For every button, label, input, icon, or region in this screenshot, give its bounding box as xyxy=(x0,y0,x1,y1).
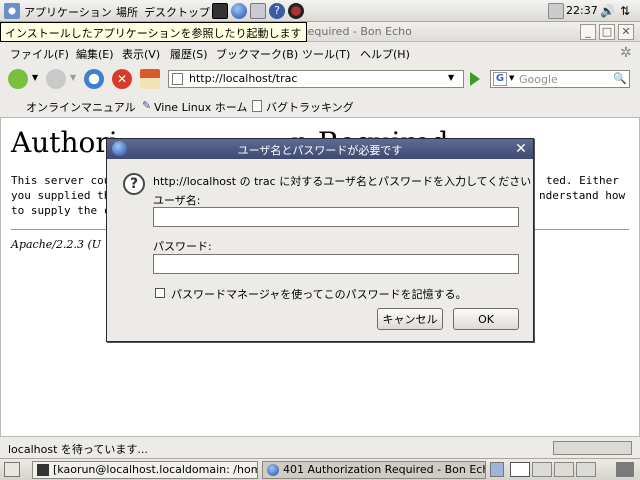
task-terminal-label: [kaorun@localhost.localdomain: /hom… xyxy=(53,463,258,476)
dialog-message: http://localhost の trac に対するユーザ名とパスワードを入… xyxy=(153,175,532,188)
workspace-4[interactable] xyxy=(576,462,596,477)
reload-icon[interactable] xyxy=(84,69,104,89)
search-bar[interactable]: G ▼ Google 🔍 xyxy=(490,70,630,88)
status-bar: localhost を待っています... xyxy=(0,436,640,458)
workspace-2[interactable] xyxy=(532,462,552,477)
show-desktop-icon[interactable] xyxy=(4,462,20,477)
browser-icon xyxy=(267,464,279,476)
bookmarks-toolbar: オンラインマニュアル ✎ Vine Linux ホーム バグトラッキング xyxy=(0,94,640,118)
minimize-button[interactable]: _ xyxy=(580,24,596,40)
home-icon[interactable] xyxy=(140,69,160,89)
question-icon: ? xyxy=(123,173,145,195)
task-dialog-icon[interactable] xyxy=(490,462,504,477)
page-text-line-3: to supply the c xyxy=(11,204,111,217)
trash-icon[interactable] xyxy=(616,462,634,477)
dialog-close-button[interactable]: ✕ xyxy=(513,141,529,157)
status-text: localhost を待っています... xyxy=(8,443,148,456)
forward-icon[interactable] xyxy=(46,69,66,89)
back-dropdown-icon[interactable]: ▼ xyxy=(32,73,38,82)
google-engine-icon[interactable]: G xyxy=(493,72,507,86)
username-label: ユーザ名: xyxy=(153,194,201,207)
search-magnifier-icon[interactable]: 🔍 xyxy=(613,72,627,85)
panel-clock[interactable]: 22:37 xyxy=(566,4,598,17)
bug-launcher-icon[interactable] xyxy=(288,3,304,19)
url-text: http://localhost/trac xyxy=(189,72,298,85)
menu-history[interactable]: 履歴(S) xyxy=(170,46,208,62)
mail-launcher-icon[interactable] xyxy=(250,3,266,19)
page-icon xyxy=(172,73,183,85)
auth-dialog: ユーザ名とパスワードが必要です ✕ ? http://localhost の t… xyxy=(106,138,534,342)
remember-password-checkbox[interactable] xyxy=(155,288,165,298)
gnome-foot-icon[interactable] xyxy=(4,3,20,19)
menu-edit[interactable]: 編集(E) xyxy=(76,46,114,62)
desktop-menu[interactable]: デスクトップ xyxy=(144,4,210,20)
cancel-button[interactable]: キャンセル xyxy=(377,308,443,330)
engine-dropdown-icon[interactable]: ▼ xyxy=(509,74,514,82)
username-input[interactable] xyxy=(153,207,519,227)
top-panel: アプリケーション 場所 デスクトップ ? 22:37 🔊 ⇅ xyxy=(0,0,640,22)
window-title: n Required - Bon Echo xyxy=(290,25,412,38)
go-icon[interactable] xyxy=(470,72,480,86)
bookmark-page-icon xyxy=(252,100,262,112)
terminal-launcher-icon[interactable] xyxy=(212,3,228,19)
throbber-icon: ✲ xyxy=(620,45,632,61)
stop-icon[interactable]: ✕ xyxy=(112,69,132,89)
menu-file[interactable]: ファイル(F) xyxy=(10,46,69,62)
forward-dropdown-icon[interactable]: ▼ xyxy=(70,73,76,82)
close-window-button[interactable]: ✕ xyxy=(618,24,634,40)
task-terminal[interactable]: [kaorun@localhost.localdomain: /hom… xyxy=(32,461,258,479)
terminal-icon xyxy=(37,464,49,476)
menu-help[interactable]: ヘルプ(H) xyxy=(360,46,410,62)
back-icon[interactable] xyxy=(8,69,28,89)
task-browser-label: 401 Authorization Required - Bon Echo xyxy=(283,463,486,476)
password-input[interactable] xyxy=(153,254,519,274)
navigation-toolbar: ▼ ▼ ✕ http://localhost/trac ▼ G ▼ Google… xyxy=(0,64,640,94)
bottom-taskbar: [kaorun@localhost.localdomain: /hom… 401… xyxy=(0,458,640,480)
menu-view[interactable]: 表示(V) xyxy=(122,46,160,62)
page-text-line-2: you supplied th xyxy=(11,189,111,202)
page-text-line-2-tail: nderstand how xyxy=(539,189,626,202)
bookmark-vine-home[interactable]: Vine Linux ホーム xyxy=(154,99,247,115)
dialog-titlebar[interactable]: ユーザ名とパスワードが必要です ✕ xyxy=(107,139,533,159)
applications-menu[interactable]: アプリケーション xyxy=(24,4,112,20)
ok-button[interactable]: OK xyxy=(453,308,519,330)
password-label: パスワード: xyxy=(153,240,212,253)
url-dropdown-icon[interactable]: ▼ xyxy=(448,73,454,82)
search-placeholder: Google xyxy=(519,73,558,86)
help-launcher-icon[interactable]: ? xyxy=(269,3,285,19)
server-signature: Apache/2.2.3 (U xyxy=(11,238,102,251)
maximize-button[interactable]: □ xyxy=(599,24,615,40)
workspace-3[interactable] xyxy=(554,462,574,477)
bookmark-bug-tracking[interactable]: バグトラッキング xyxy=(266,99,354,115)
menu-tools[interactable]: ツール(T) xyxy=(302,46,350,62)
volume-icon[interactable]: 🔊 xyxy=(600,3,616,19)
task-browser[interactable]: 401 Authorization Required - Bon Echo xyxy=(262,461,486,479)
dialog-title: ユーザ名とパスワードが必要です xyxy=(237,144,403,157)
workspace-1[interactable] xyxy=(510,462,530,477)
browser-launcher-icon[interactable] xyxy=(231,3,247,19)
menubar: ファイル(F) 編集(E) 表示(V) 履歴(S) ブックマーク(B) ツール(… xyxy=(0,42,640,64)
tooltip: インストールしたアプリケーションを参照したり起動します xyxy=(0,22,307,42)
page-text-line-1-tail: ted. Either xyxy=(546,174,619,187)
remember-password-label[interactable]: パスワードマネージャを使ってこのパスワードを記憶する。 xyxy=(171,286,467,302)
page-heading: Authori xyxy=(11,126,118,159)
bookmark-online-manual[interactable]: オンラインマニュアル xyxy=(26,99,136,115)
progress-bar xyxy=(553,441,632,455)
page-text-line-1: This server cou xyxy=(11,174,111,187)
network-icon[interactable]: ⇅ xyxy=(620,3,636,19)
places-menu[interactable]: 場所 xyxy=(116,4,138,20)
url-bar[interactable]: http://localhost/trac ▼ xyxy=(168,70,464,88)
keyboard-icon[interactable] xyxy=(548,3,564,19)
vine-leaf-icon: ✎ xyxy=(142,99,152,112)
menu-bookmarks[interactable]: ブックマーク(B) xyxy=(216,46,298,62)
